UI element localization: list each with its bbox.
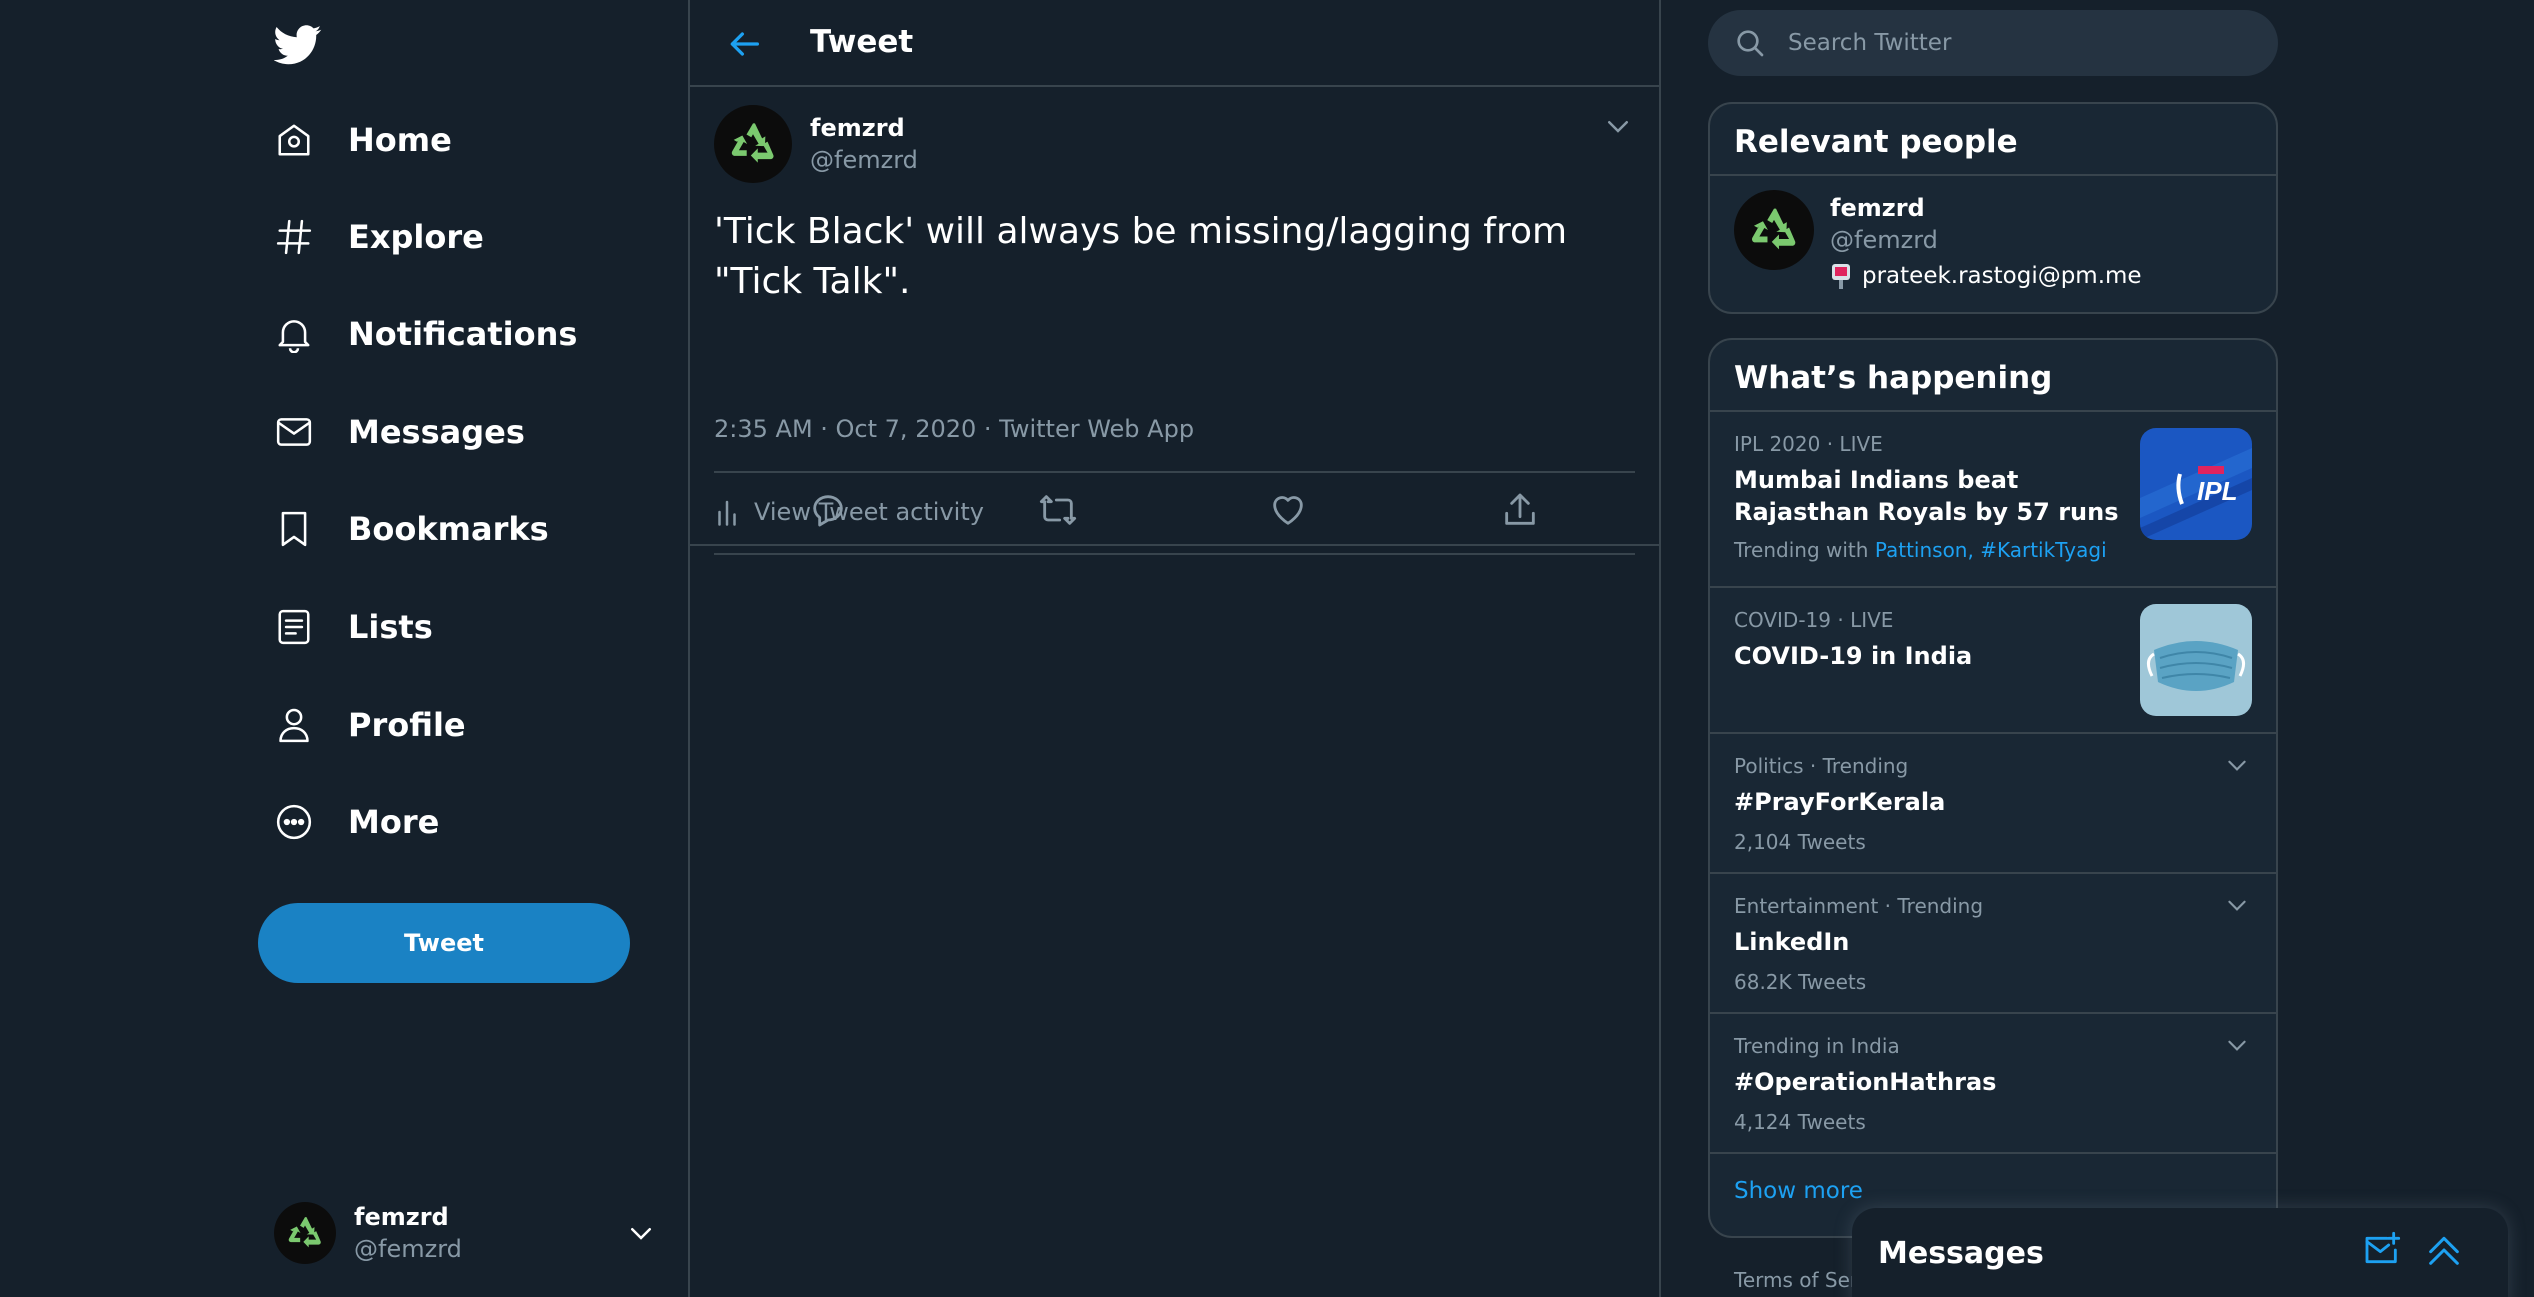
more-circle-icon: [274, 802, 314, 842]
twitter-bird-icon[interactable]: [274, 20, 322, 68]
envelope-icon: [274, 412, 314, 452]
relevant-person-handle: @femzrd: [1830, 226, 1938, 254]
chevron-down-icon[interactable]: [2224, 1032, 2250, 1058]
trend-trending-with: Trending with Pattinson, #KartikTyagi: [1734, 538, 2252, 562]
trend-context: Politics · Trending: [1734, 754, 1909, 778]
whats-happening-title: What’s happening: [1710, 340, 2276, 412]
nav-bookmarks-label: Bookmarks: [348, 510, 549, 548]
back-arrow-icon[interactable]: [724, 24, 764, 64]
nav-explore[interactable]: Explore: [274, 207, 484, 267]
account-handle: @femzrd: [354, 1235, 462, 1263]
hashtag-icon: [274, 217, 314, 257]
trend-item[interactable]: Politics · Trending #PrayForKerala 2,104…: [1710, 734, 2276, 874]
trend-item[interactable]: COVID-19 · LIVE COVID-19 in India: [1710, 588, 2276, 734]
page-title: Tweet: [810, 24, 914, 60]
nav-profile-label: Profile: [348, 706, 466, 744]
search-input[interactable]: [1788, 30, 2278, 56]
relevant-person-name[interactable]: femzrd: [1830, 194, 2142, 222]
tweet-author[interactable]: femzrd @femzrd: [714, 105, 918, 183]
home-icon: [274, 120, 314, 160]
reply-icon[interactable]: [808, 490, 848, 530]
relevant-people-title: Relevant people: [1710, 104, 2276, 176]
mailbox-icon: [1830, 262, 1852, 290]
nav-profile[interactable]: Profile: [274, 695, 466, 755]
share-icon[interactable]: [1500, 490, 1540, 530]
nav-lists-label: Lists: [348, 608, 433, 646]
chevron-down-icon[interactable]: [1603, 111, 1633, 141]
search-box[interactable]: [1708, 10, 2278, 76]
tweet-author-handle[interactable]: @femzrd: [810, 146, 918, 174]
trend-title: #PrayForKerala: [1734, 788, 1946, 816]
trending-with-links[interactable]: Pattinson, #KartikTyagi: [1875, 538, 2107, 562]
trend-title: LinkedIn: [1734, 928, 1850, 956]
trend-item[interactable]: Entertainment · Trending LinkedIn 68.2K …: [1710, 874, 2276, 1014]
nav-home[interactable]: Home: [274, 110, 452, 170]
nav-home-label: Home: [348, 121, 452, 159]
nav-messages[interactable]: Messages: [274, 402, 525, 462]
nav-notifications-label: Notifications: [348, 315, 578, 353]
trending-with-label: Trending with: [1734, 538, 1869, 562]
nav-lists[interactable]: Lists: [274, 597, 433, 657]
nav-notifications[interactable]: Notifications: [274, 304, 577, 364]
account-switcher[interactable]: femzrd @femzrd: [274, 1198, 656, 1268]
relevant-person-bio: prateek.rastogi@pm.me: [1830, 262, 2142, 290]
trend-tweet-count: 4,124 Tweets: [1734, 1110, 1866, 1134]
trend-tweet-count: 2,104 Tweets: [1734, 830, 1866, 854]
avatar[interactable]: [714, 105, 792, 183]
tweet-actions-bar: [690, 472, 1659, 546]
avatar[interactable]: [1734, 190, 1814, 270]
tweet-author-name[interactable]: femzrd: [810, 114, 918, 142]
bell-icon: [274, 314, 314, 354]
face-mask-thumbnail: [2140, 604, 2252, 716]
compose-tweet-button[interactable]: Tweet: [258, 903, 630, 983]
relevant-person[interactable]: femzrd @femzrd prateek.rastogi@pm.me: [1710, 176, 2276, 312]
main-header: Tweet: [690, 0, 1659, 87]
main-column: Tweet femzrd @femzrd 'Tick Black' will a…: [688, 0, 1661, 1297]
tweet-meta[interactable]: 2:35 AM · Oct 7, 2020 · Twitter Web App: [714, 415, 1194, 443]
tweet-text: 'Tick Black' will always be missing/lagg…: [714, 211, 1568, 302]
left-navigation: Home Explore Notifications Messages Book…: [0, 0, 688, 1297]
trend-tweet-count: 68.2K Tweets: [1734, 970, 1867, 994]
terms-of-service-link[interactable]: Terms of Serv: [1734, 1268, 1870, 1292]
right-sidebar: Relevant people femzrd @femzrd prateek.r…: [1708, 0, 2278, 1297]
messages-drawer-title: Messages: [1878, 1236, 2044, 1271]
svg-text:IPL: IPL: [2197, 476, 2237, 506]
nav-messages-label: Messages: [348, 413, 525, 451]
relevant-person-bio-text: prateek.rastogi@pm.me: [1862, 263, 2142, 289]
list-icon: [274, 607, 314, 647]
divider: [714, 553, 1635, 555]
trend-item[interactable]: IPL 2020 · LIVE Mumbai Indians beat Raja…: [1710, 412, 2276, 588]
whats-happening-panel: What’s happening IPL 2020 · LIVE Mumbai …: [1708, 338, 2278, 1238]
ipl-logo-thumbnail: IPL: [2140, 428, 2252, 540]
trend-item[interactable]: Trending in India #OperationHathras 4,12…: [1710, 1014, 2276, 1154]
chevron-down-icon[interactable]: [2224, 752, 2250, 778]
nav-bookmarks[interactable]: Bookmarks: [274, 499, 549, 559]
chevron-down-icon[interactable]: [2224, 892, 2250, 918]
chevron-double-up-icon[interactable]: [2424, 1230, 2464, 1270]
messages-drawer[interactable]: Messages: [1852, 1208, 2508, 1297]
nav-more[interactable]: More: [274, 792, 439, 852]
chevron-down-icon: [626, 1218, 656, 1248]
like-icon[interactable]: [1268, 490, 1308, 530]
trend-title: #OperationHathras: [1734, 1068, 1997, 1096]
relevant-people-panel: Relevant people femzrd @femzrd prateek.r…: [1708, 102, 2278, 314]
trend-title: Mumbai Indians beat Rajasthan Royals by …: [1734, 466, 2119, 526]
nav-more-label: More: [348, 803, 440, 841]
bookmark-icon: [274, 509, 314, 549]
avatar: [274, 1202, 336, 1264]
account-name: femzrd: [354, 1203, 449, 1231]
trend-context: Trending in India: [1734, 1034, 1900, 1058]
new-message-icon[interactable]: [2362, 1230, 2402, 1270]
retweet-icon[interactable]: [1038, 490, 1078, 530]
person-icon: [274, 705, 314, 745]
search-icon: [1734, 27, 1766, 59]
nav-explore-label: Explore: [348, 218, 484, 256]
trend-context: Entertainment · Trending: [1734, 894, 1984, 918]
